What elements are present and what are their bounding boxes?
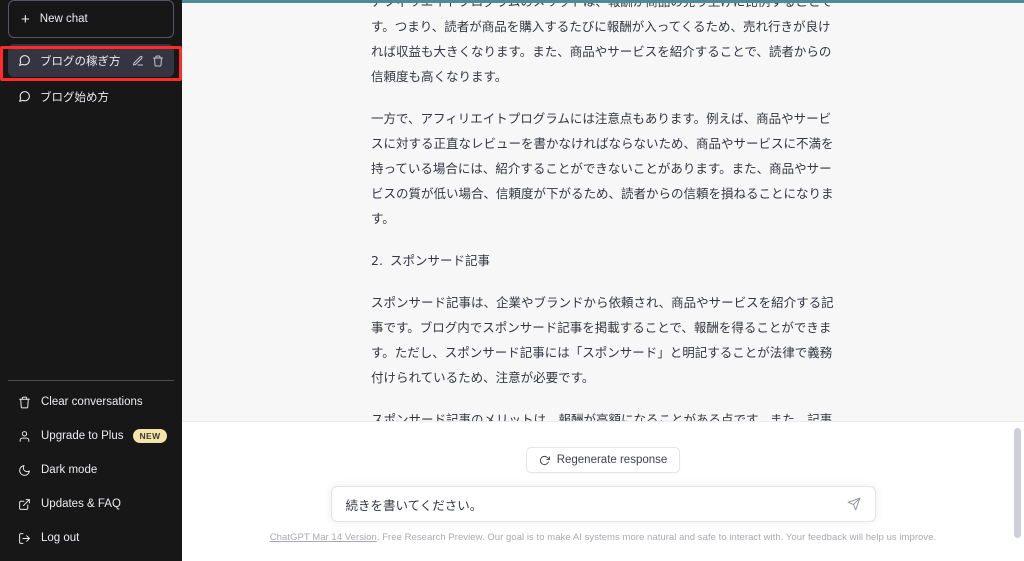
logout-icon — [18, 532, 31, 545]
conversation-thread: アフィリエイトプログラムのメリットは、報酬が商品の売り上げに比例することです。つ… — [182, 0, 1024, 422]
chatgpt-app: + New chat ブログの稼ぎ方 ブログ始め方 Clear conversa… — [0, 0, 1024, 561]
trash-icon — [18, 396, 31, 409]
new-chat-container: + New chat — [8, 0, 174, 38]
conversation-item-active[interactable]: ブログの稼ぎ方 — [8, 44, 174, 77]
list-number: 2. — [371, 253, 383, 268]
composer-area: Regenerate response 続きを書いてください。 ChatGPT … — [182, 422, 1024, 561]
paragraph: スポンサード記事のメリットは、報酬が高額になることがある点です。また、記事の枠組… — [371, 412, 833, 422]
trash-icon[interactable] — [152, 55, 164, 67]
footer-text: . Free Research Preview. Our goal is to … — [376, 532, 937, 543]
refresh-icon — [539, 455, 550, 466]
sidebar-item-dark-mode[interactable]: Dark mode — [8, 453, 174, 487]
plus-icon: + — [21, 10, 30, 28]
sidebar-item-updates-and-faq[interactable]: Updates & FAQ — [8, 487, 174, 521]
list-text: スポンサード記事 — [389, 253, 490, 268]
paragraph: スポンサード記事は、企業やブランドから依頼され、商品やサービスを紹介する記事です… — [371, 295, 834, 385]
pencil-icon[interactable] — [132, 55, 144, 67]
message-input-value[interactable]: 続きを書いてください。 — [346, 495, 847, 514]
regenerate-response-button[interactable]: Regenerate response — [525, 447, 681, 473]
assistant-message: アフィリエイトプログラムのメリットは、報酬が商品の売り上げに比例することです。つ… — [182, 0, 1024, 422]
regenerate-response-label: Regenerate response — [556, 454, 668, 466]
paragraph: 一方で、アフィリエイトプログラムには注意点もあります。例えば、商品やサービスに対… — [371, 111, 834, 226]
chat-bubble-icon — [18, 90, 31, 103]
sidebar-menu: Clear conversations Upgrade to Plus NEW — [8, 380, 174, 561]
ordered-list-item: 2. スポンサード記事 — [371, 248, 838, 273]
sidebar-item-upgrade-to-plus[interactable]: Upgrade to Plus NEW — [8, 419, 174, 453]
input-row: 続きを書いてください。 — [330, 486, 876, 522]
sidebar-item-label: Dark mode — [41, 464, 98, 476]
sidebar-item-label: Upgrade to Plus — [41, 430, 124, 442]
moon-icon — [18, 464, 31, 477]
conversation-title: ブログ始め方 — [40, 91, 109, 104]
sidebar: + New chat ブログの稼ぎ方 ブログ始め方 Clear conversa… — [0, 0, 182, 561]
conversation-actions — [132, 55, 164, 67]
external-link-icon — [18, 498, 31, 511]
send-icon[interactable] — [847, 497, 861, 511]
sidebar-item-label: Clear conversations — [41, 396, 143, 408]
top-accent-bar — [182, 0, 1024, 3]
conversation-list: ブログの稼ぎ方 ブログ始め方 — [8, 44, 174, 116]
vertical-scrollbar[interactable] — [1014, 428, 1021, 538]
conversation-title: ブログの稼ぎ方 — [40, 55, 121, 68]
chat-bubble-icon — [18, 54, 31, 67]
message-prose: アフィリエイトプログラムのメリットは、報酬が商品の売り上げに比例することです。つ… — [368, 0, 838, 422]
sidebar-item-label: Updates & FAQ — [41, 498, 121, 510]
message-input[interactable]: 続きを書いてください。 — [330, 486, 876, 522]
sidebar-item-clear-conversations[interactable]: Clear conversations — [8, 385, 174, 419]
regenerate-row: Regenerate response — [182, 447, 1024, 473]
conversation-item[interactable]: ブログ始め方 — [8, 80, 174, 113]
new-chat-button[interactable]: + New chat — [8, 0, 174, 38]
sidebar-item-log-out[interactable]: Log out — [8, 521, 174, 555]
paragraph: アフィリエイトプログラムのメリットは、報酬が商品の売り上げに比例することです。つ… — [371, 0, 833, 84]
new-chat-label: New chat — [39, 13, 88, 25]
version-link[interactable]: ChatGPT Mar 14 Version — [270, 532, 377, 543]
footer-disclaimer: ChatGPT Mar 14 Version. Free Research Pr… — [182, 532, 1024, 543]
status-badge: NEW — [133, 429, 167, 443]
person-icon — [18, 430, 31, 443]
main-panel: アフィリエイトプログラムのメリットは、報酬が商品の売り上げに比例することです。つ… — [182, 0, 1024, 561]
sidebar-item-label: Log out — [41, 532, 80, 544]
